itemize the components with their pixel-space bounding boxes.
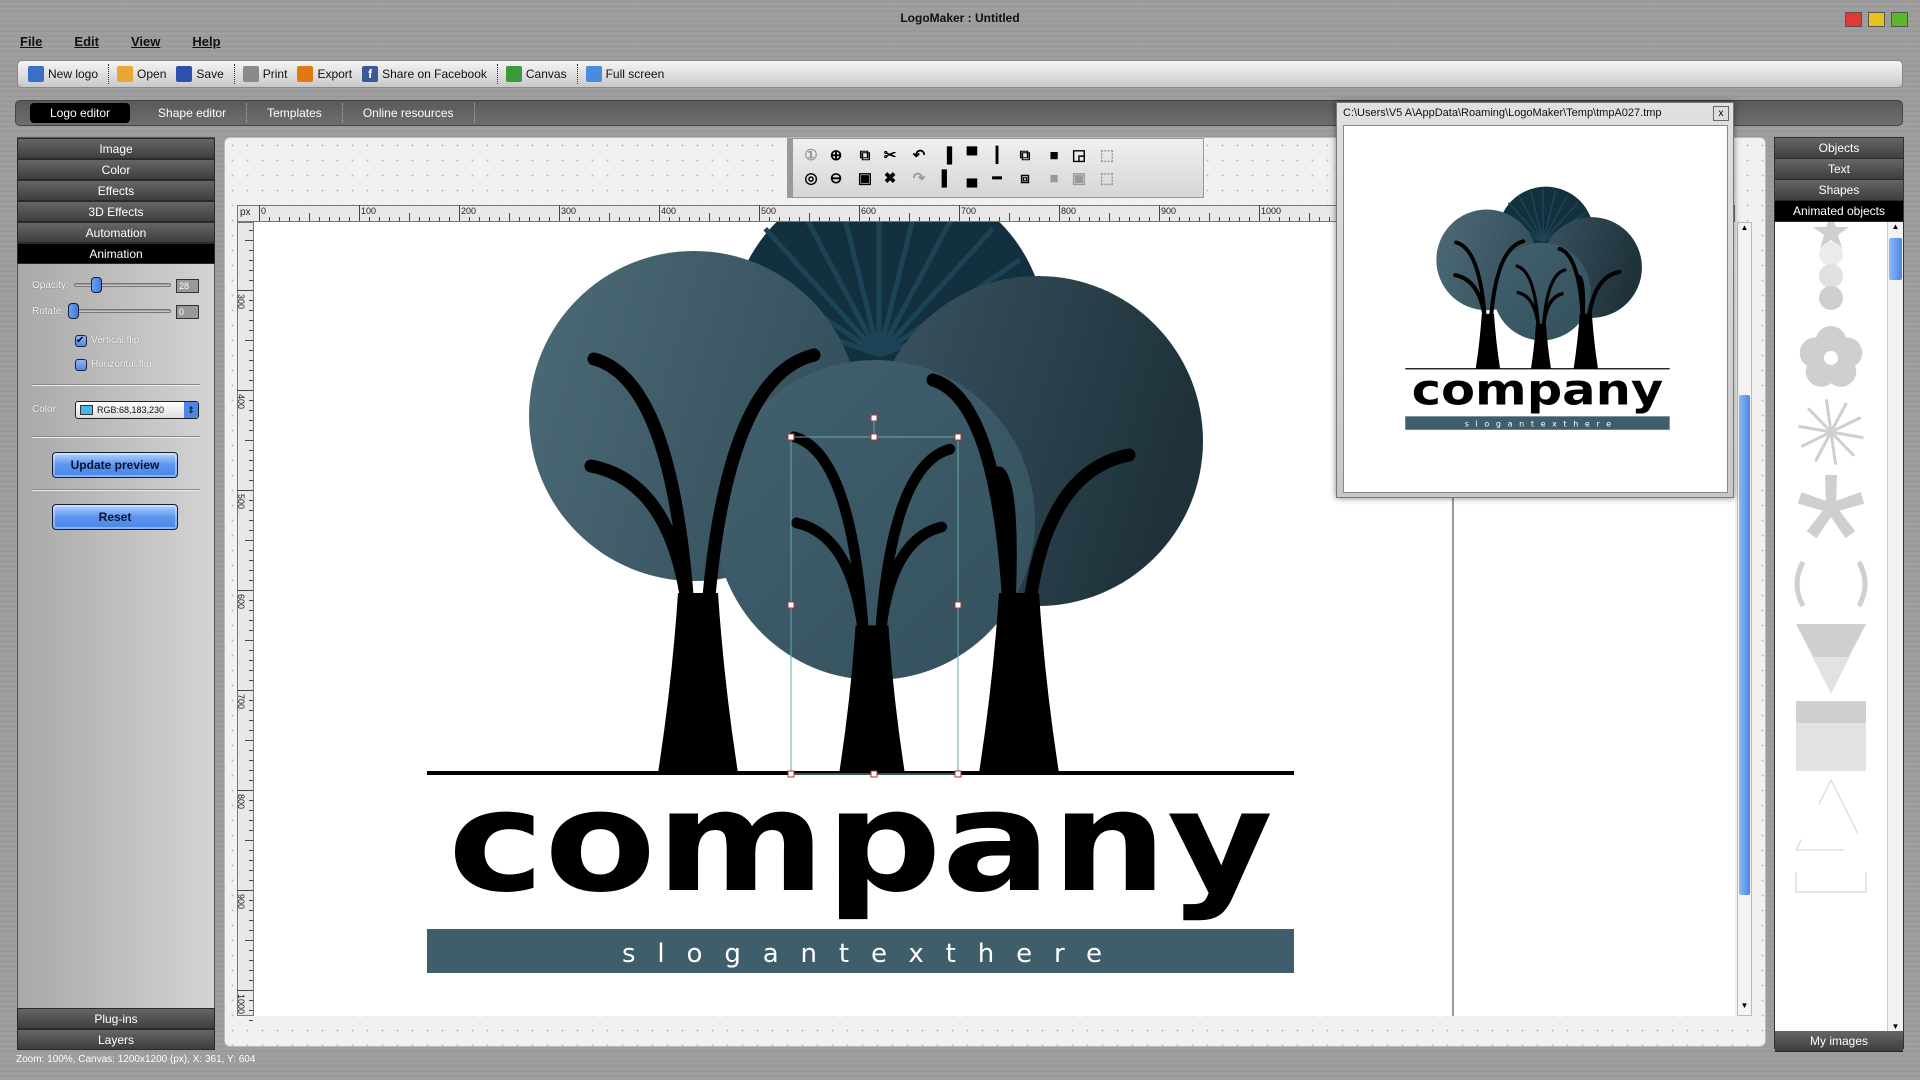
preview-window[interactable]: C:\Users\V5 A\AppData\Roaming\LogoMaker\…	[1336, 102, 1734, 498]
shape-stacked-ellipses[interactable]	[1819, 242, 1843, 310]
resize-handle[interactable]	[870, 414, 878, 422]
section-shapes[interactable]: Shapes	[1775, 180, 1903, 201]
status-bar: Zoom: 100%, Canvas: 1200x1200 (px), X: 3…	[16, 1054, 256, 1065]
resize-handle[interactable]	[954, 433, 962, 441]
shape-starburst[interactable]	[1798, 399, 1864, 465]
resize-handle[interactable]	[787, 601, 795, 609]
resize-handle[interactable]	[787, 770, 795, 778]
animated-objects-list: ▲ ▼	[1775, 214, 1903, 1031]
shape-striped-rectangle[interactable]	[1796, 701, 1866, 771]
scroll-up-icon[interactable]: ▲	[1888, 222, 1903, 236]
resize-handle[interactable]	[954, 601, 962, 609]
resize-handle[interactable]	[870, 433, 878, 441]
resize-handle[interactable]	[954, 770, 962, 778]
section-text[interactable]: Text	[1775, 159, 1903, 180]
company-text[interactable]: company	[448, 761, 1273, 924]
close-button[interactable]	[1845, 12, 1862, 27]
slogan-bar	[427, 929, 1294, 973]
preview-close-button[interactable]: x	[1713, 106, 1729, 121]
preview-title: C:\Users\V5 A\AppData\Roaming\LogoMaker\…	[1343, 107, 1662, 119]
right-panel: Objects Text Shapes Animated objects ▲ ▼ My…	[1774, 137, 1904, 1052]
shape-asterisk[interactable]	[1797, 475, 1865, 539]
shape-outline-triangle[interactable]	[1794, 778, 1868, 851]
objects-scrollbar[interactable]: ▲ ▼	[1887, 222, 1903, 1031]
shape-flower[interactable]	[1796, 326, 1866, 393]
maximize-button[interactable]	[1891, 12, 1908, 27]
shape-outline-bracket[interactable]	[1795, 872, 1867, 893]
preview-image	[1343, 125, 1728, 493]
scroll-down-icon[interactable]: ▼	[1888, 1022, 1903, 1031]
shape-striped-triangle[interactable]	[1796, 624, 1866, 694]
section-my-images[interactable]: My images	[1775, 1031, 1903, 1052]
section-objects[interactable]: Objects	[1775, 138, 1903, 159]
shape-brackets[interactable]	[1794, 560, 1868, 608]
logo[interactable]: company slogantexthere	[427, 176, 1294, 973]
scrollbar-thumb[interactable]	[1889, 238, 1902, 280]
minimize-button[interactable]	[1868, 12, 1885, 27]
resize-handle[interactable]	[870, 770, 878, 778]
resize-handle[interactable]	[787, 433, 795, 441]
section-animated-objects[interactable]: Animated objects	[1775, 201, 1903, 222]
